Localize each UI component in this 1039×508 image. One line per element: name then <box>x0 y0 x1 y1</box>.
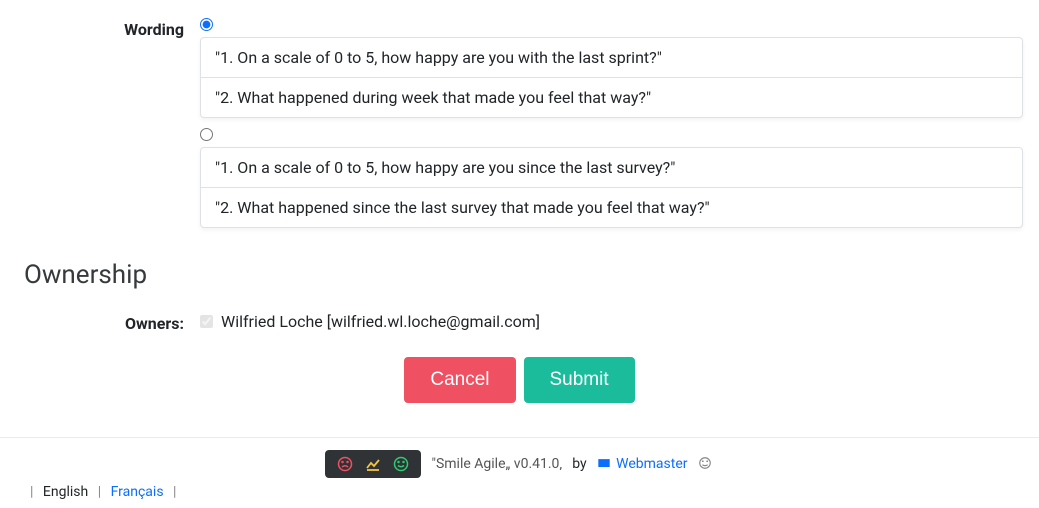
chart-icon <box>365 456 381 472</box>
wording-option-1-list: "1. On a scale of 0 to 5, how happy are … <box>200 37 1023 118</box>
footer-languages: | English | Français | <box>0 484 1039 500</box>
owner-checkbox <box>200 315 213 328</box>
footer-by-text: by <box>572 456 586 472</box>
envelope-icon <box>597 456 613 472</box>
list-item: "2. What happened during week that made … <box>201 78 1022 117</box>
list-item: "2. What happened since the last survey … <box>201 188 1022 227</box>
owners-label: Owners: <box>0 310 200 333</box>
list-item: "1. On a scale of 0 to 5, how happy are … <box>201 38 1022 78</box>
webmaster-text: Webmaster <box>616 456 687 472</box>
sad-face-icon <box>337 456 353 472</box>
wording-option-2: "1. On a scale of 0 to 5, how happy are … <box>200 126 1023 228</box>
lang-francais[interactable]: Français <box>111 484 164 500</box>
happy-face-icon <box>393 456 409 472</box>
footer: "Smile Agile„ v0.41.0‚ by Webmaster | En… <box>0 437 1039 508</box>
submit-button[interactable]: Submit <box>524 357 635 403</box>
wording-option-2-list: "1. On a scale of 0 to 5, how happy are … <box>200 147 1023 228</box>
wording-label: Wording <box>0 16 200 39</box>
webmaster-link[interactable]: Webmaster <box>597 456 688 472</box>
wording-option-1: "1. On a scale of 0 to 5, how happy are … <box>200 16 1023 118</box>
ownership-heading: Ownership <box>0 260 1039 290</box>
lang-english[interactable]: English <box>43 484 88 500</box>
footer-logo <box>325 450 421 478</box>
footer-app-name: "Smile Agile„ v0.41.0‚ <box>431 456 562 472</box>
cancel-button[interactable]: Cancel <box>404 357 515 403</box>
wording-radio-2[interactable] <box>200 128 213 141</box>
gray-face-icon <box>698 456 714 472</box>
owner-name: Wilfried Loche [wilfried.wl.loche@gmail.… <box>221 312 540 331</box>
wording-radio-1[interactable] <box>200 18 213 31</box>
list-item: "1. On a scale of 0 to 5, how happy are … <box>201 148 1022 188</box>
